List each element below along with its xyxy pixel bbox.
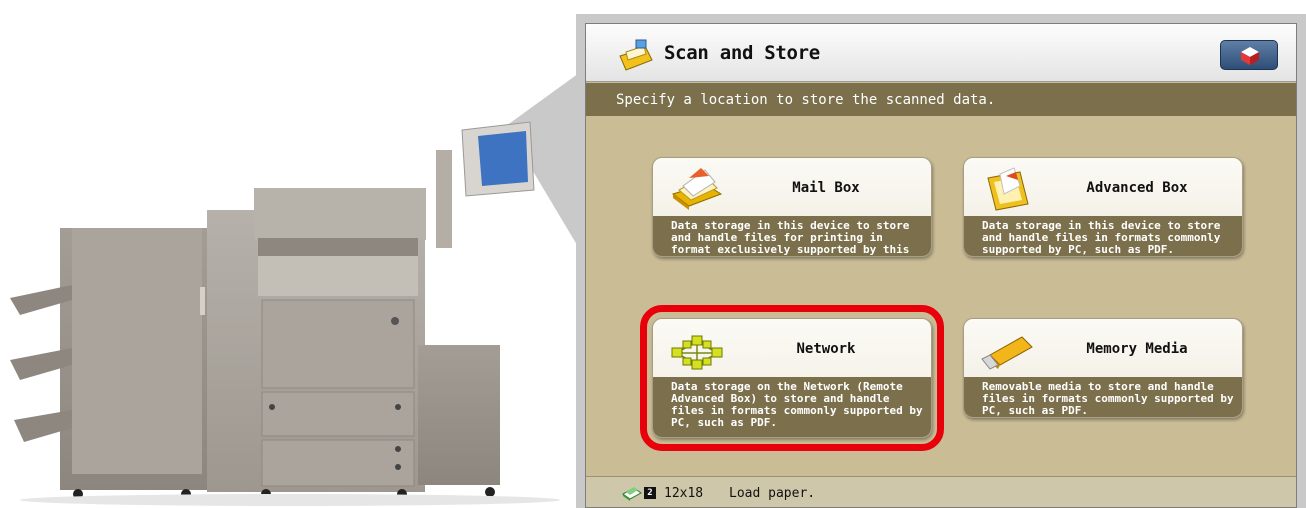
- advanced-box-button[interactable]: Advanced Box Data storage in this device…: [963, 157, 1243, 257]
- memory-media-button[interactable]: Memory Media Removable media to store an…: [963, 318, 1243, 418]
- advanced-box-icon: [987, 167, 1029, 211]
- control-panel-screen: Scan and Store Specify a location to sto…: [585, 23, 1297, 508]
- network-button[interactable]: Network Data storage on the Network (Rem…: [652, 318, 932, 438]
- drawer-number-badge: 2: [644, 487, 656, 499]
- title-bar: Scan and Store: [586, 24, 1296, 82]
- callout-panel: Scan and Store Specify a location to sto…: [576, 14, 1306, 508]
- memory-media-label: Memory Media: [1086, 341, 1188, 357]
- network-icon: [671, 335, 723, 370]
- network-label: Network: [796, 341, 856, 357]
- mail-box-label: Mail Box: [792, 180, 860, 196]
- paper-size: 12x18: [664, 486, 704, 501]
- printer-illustration: [10, 68, 586, 506]
- status-monitor-icon: [1241, 47, 1259, 65]
- instruction-text: Specify a location to store the scanned …: [586, 83, 1296, 116]
- usb-drive-icon: [981, 336, 1033, 370]
- advanced-box-description: Data storage in this device to store and…: [964, 216, 1242, 256]
- network-description: Data storage on the Network (Remote Adva…: [653, 377, 931, 437]
- paper-tray-icon: [622, 487, 642, 501]
- status-message: Load paper.: [729, 486, 816, 501]
- advanced-box-label: Advanced Box: [1086, 180, 1188, 196]
- status-bar: 2 12x18 Load paper.: [586, 476, 1296, 507]
- mailbox-icon: [671, 168, 723, 210]
- status-monitor-button[interactable]: [1220, 40, 1278, 70]
- mail-box-description: Data storage in this device to store and…: [653, 216, 931, 256]
- mail-box-button[interactable]: Mail Box Data storage in this device to …: [652, 157, 932, 257]
- scan-and-store-icon: [619, 39, 653, 71]
- screen-title: Scan and Store: [664, 42, 820, 64]
- memory-media-description: Removable media to store and handle file…: [964, 377, 1242, 417]
